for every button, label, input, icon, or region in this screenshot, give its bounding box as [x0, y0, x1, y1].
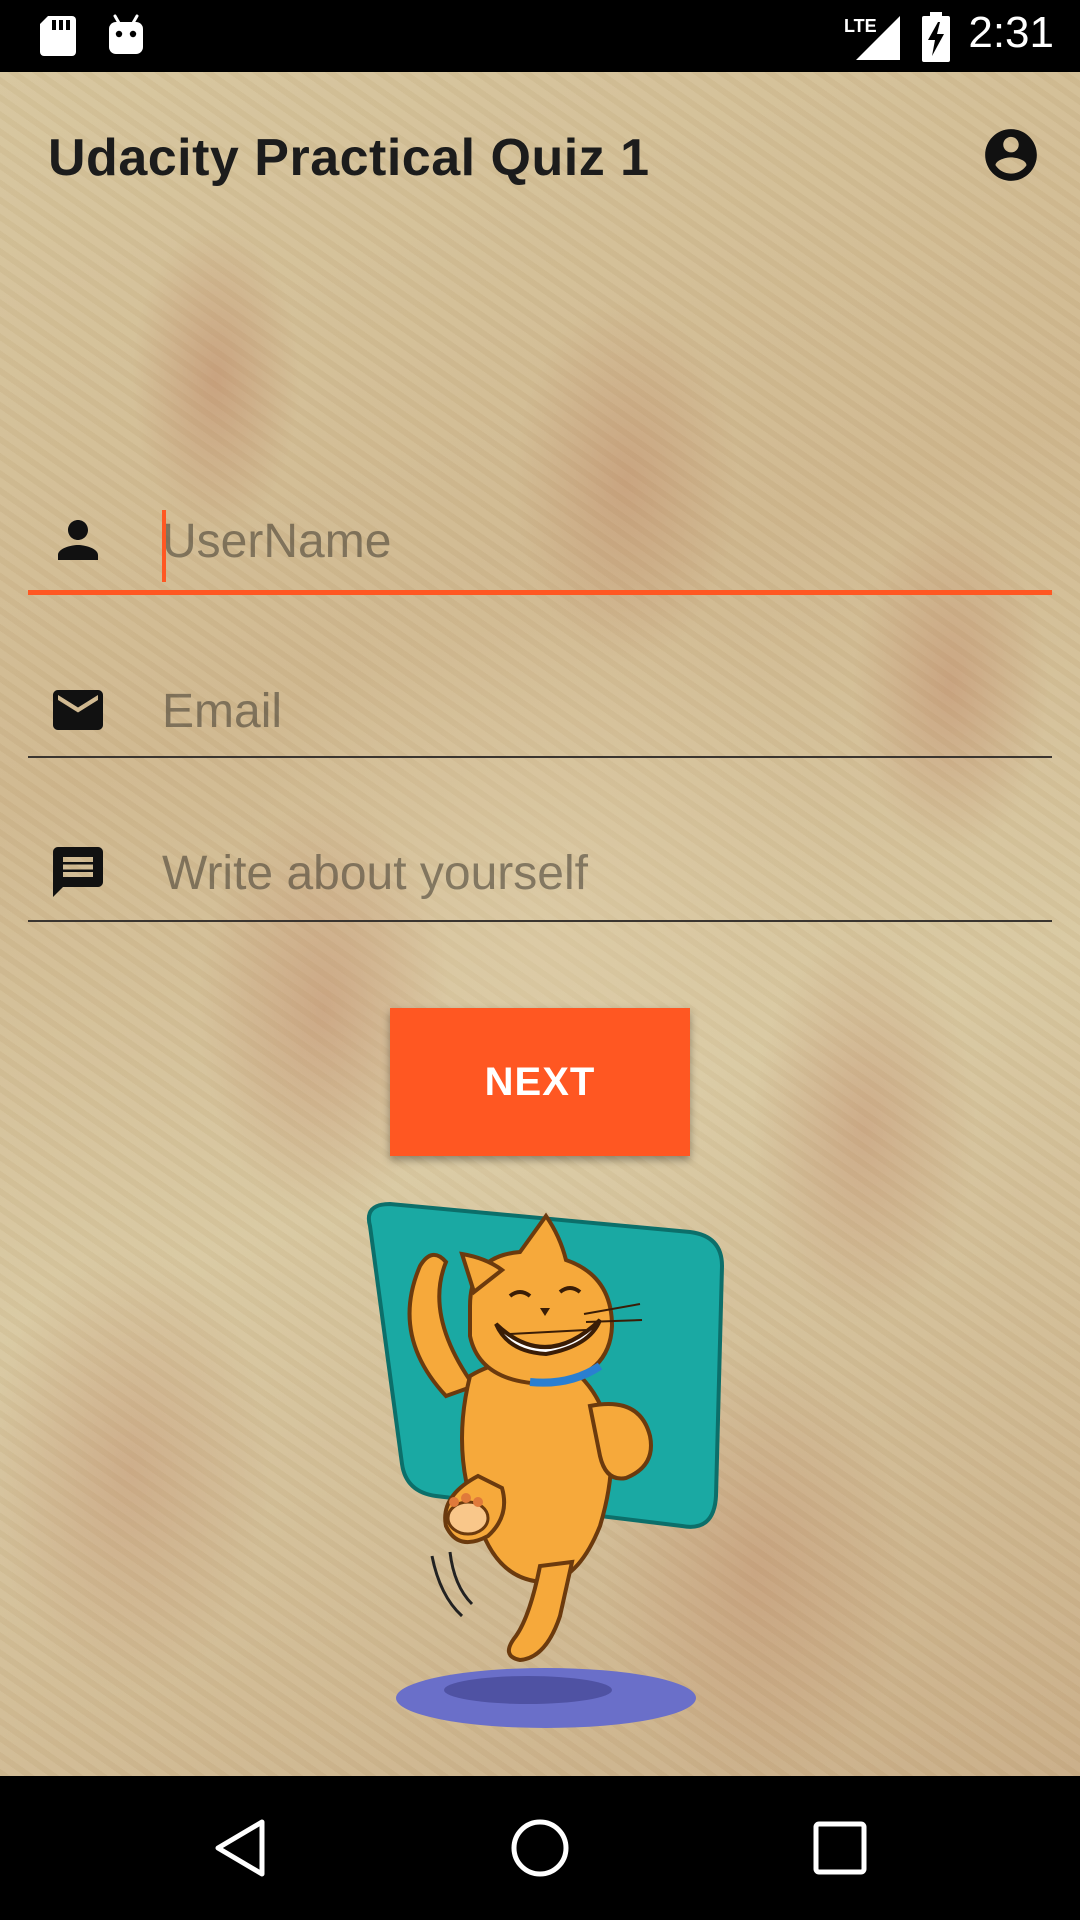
email-underline: [28, 756, 1052, 758]
status-bar: LTE 2:31: [0, 0, 1080, 72]
about-underline: [28, 920, 1052, 922]
account-circle-icon[interactable]: [980, 124, 1042, 186]
back-icon[interactable]: [204, 1812, 276, 1884]
navigation-bar: [0, 1776, 1080, 1920]
username-row: [28, 502, 1052, 602]
next-button[interactable]: NEXT: [390, 1008, 690, 1156]
username-input[interactable]: [162, 506, 1042, 576]
about-row: [28, 838, 1052, 938]
home-icon[interactable]: [504, 1812, 576, 1884]
android-icon: [109, 14, 143, 54]
email-icon: [53, 690, 103, 730]
person-icon: [58, 520, 98, 560]
status-time: 2:31: [968, 8, 1054, 57]
recents-icon[interactable]: [804, 1812, 876, 1884]
battery-charging-icon: [922, 12, 950, 62]
lte-signal-icon: LTE: [844, 16, 900, 60]
text-cursor: [162, 510, 166, 582]
email-input[interactable]: [162, 676, 1042, 746]
username-underline: [28, 590, 1052, 595]
network-label: LTE: [844, 16, 877, 36]
sd-card-icon: [40, 16, 76, 56]
about-input[interactable]: [162, 838, 1042, 908]
page-title: Udacity Practical Quiz 1: [48, 129, 650, 187]
email-row: [28, 672, 1052, 772]
dancing-cat-illustration: [367, 1201, 725, 1728]
app-content: Udacity Practical Quiz 1 NEXT: [0, 72, 1080, 1776]
message-icon: [53, 847, 103, 897]
